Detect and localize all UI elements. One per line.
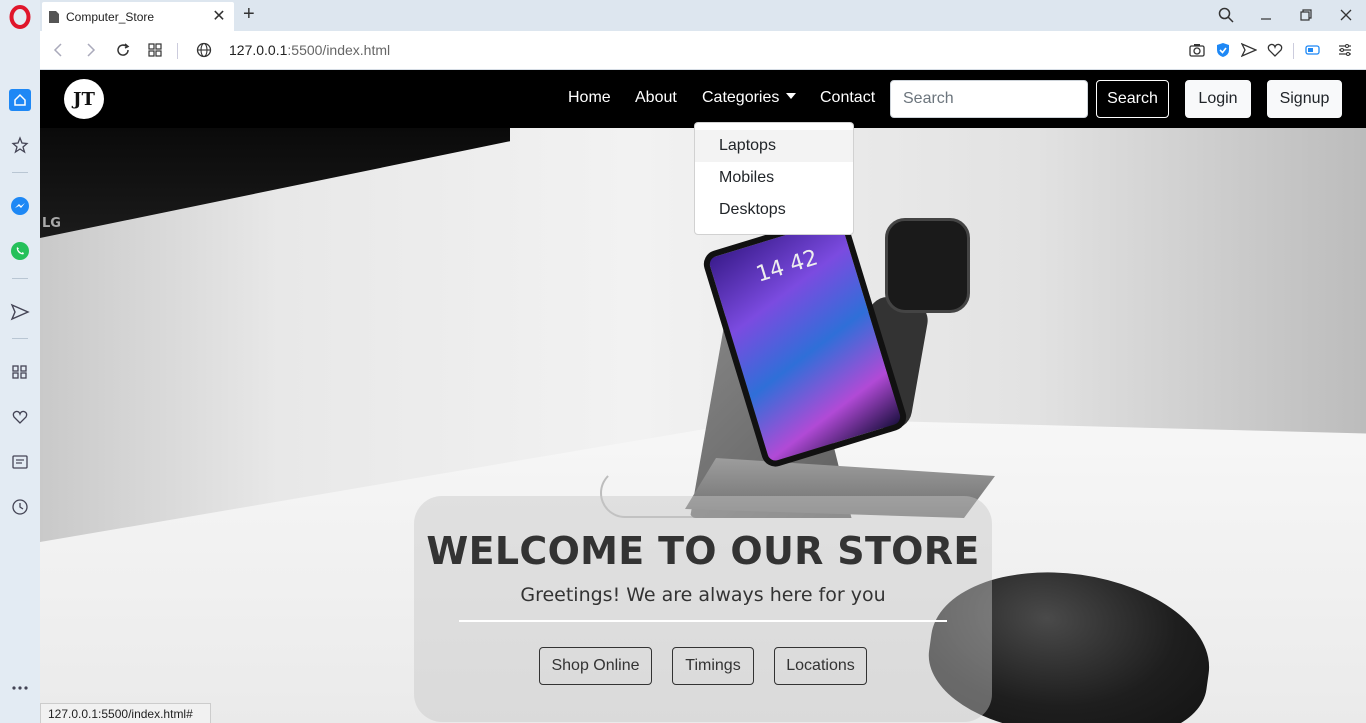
forward-icon[interactable] <box>81 40 101 60</box>
nav-about[interactable]: About <box>635 89 677 107</box>
dropdown-item-desktops[interactable]: Desktops <box>695 194 853 226</box>
opera-logo-icon[interactable] <box>8 5 32 29</box>
tab-title: Computer_Store <box>66 9 155 24</box>
more-icon[interactable] <box>8 676 32 700</box>
sidebar-divider <box>12 172 28 173</box>
bookmark-star-icon[interactable] <box>8 133 32 157</box>
news-icon[interactable] <box>8 450 32 474</box>
phone-clock: 14 42 <box>753 245 821 288</box>
status-url-tooltip: 127.0.0.1:5500/index.html# <box>40 703 211 723</box>
dropdown-item-mobiles[interactable]: Mobiles <box>695 162 853 194</box>
apps-grid-icon[interactable] <box>8 360 32 384</box>
send-icon[interactable] <box>1240 41 1258 59</box>
minimize-icon[interactable] <box>1254 4 1278 26</box>
vpn-shield-icon[interactable] <box>1214 41 1232 59</box>
search-tabs-icon[interactable] <box>1214 4 1238 26</box>
send-icon[interactable] <box>8 300 32 324</box>
camera-icon[interactable] <box>1188 41 1206 59</box>
hero-divider <box>459 620 947 622</box>
categories-dropdown-menu: Laptops Mobiles Desktops <box>694 122 854 235</box>
url-host: 127.0.0.1 <box>229 42 288 58</box>
heart-icon[interactable] <box>8 405 32 429</box>
document-icon <box>49 10 59 23</box>
search-button[interactable]: Search <box>1096 80 1169 118</box>
tab-strip: Computer_Store ✕ + <box>40 0 1366 31</box>
locations-button[interactable]: Locations <box>774 647 867 685</box>
hero-panel: WELCOME TO OUR STORE Greetings! We are a… <box>414 496 992 722</box>
messenger-icon[interactable] <box>8 194 32 218</box>
signup-button[interactable]: Signup <box>1267 80 1342 118</box>
shop-online-button[interactable]: Shop Online <box>539 647 652 685</box>
nav-home[interactable]: Home <box>568 89 611 107</box>
sidebar-divider <box>12 338 28 339</box>
nav-categories[interactable]: Categories <box>702 89 797 107</box>
page-viewport: LG 14 42 JT Home About Categories Contac… <box>40 70 1366 723</box>
monitor-brand: LG <box>42 216 61 231</box>
whatsapp-icon[interactable] <box>8 239 32 263</box>
login-button[interactable]: Login <box>1185 80 1251 118</box>
brand-logo[interactable]: JT <box>64 79 104 119</box>
new-tab-plus-icon[interactable]: + <box>243 4 255 24</box>
address-divider <box>177 43 178 59</box>
reload-icon[interactable] <box>113 40 133 60</box>
url-field[interactable]: 127.0.0.1:5500/index.html <box>229 42 390 58</box>
address-divider <box>1293 43 1294 59</box>
browser-sidebar <box>0 0 40 723</box>
history-clock-icon[interactable] <box>8 495 32 519</box>
close-tab-icon[interactable]: ✕ <box>210 8 228 25</box>
hero-subtitle: Greetings! We are always here for you <box>520 584 886 606</box>
monitor-image <box>40 128 510 238</box>
timings-button[interactable]: Timings <box>672 647 754 685</box>
search-input[interactable] <box>890 80 1088 118</box>
navbar: JT Home About Categories Contact Search … <box>40 70 1366 128</box>
back-icon[interactable] <box>48 40 68 60</box>
tab-computer-store[interactable]: Computer_Store ✕ <box>42 2 234 31</box>
easy-setup-icon[interactable] <box>1336 41 1354 59</box>
nav-contact[interactable]: Contact <box>820 89 875 107</box>
address-bar: 127.0.0.1:5500/index.html <box>40 31 1366 70</box>
dropdown-item-laptops[interactable]: Laptops <box>695 130 853 162</box>
restore-icon[interactable] <box>1294 4 1318 26</box>
home-icon[interactable] <box>8 88 32 112</box>
close-window-icon[interactable] <box>1334 4 1358 26</box>
speed-dial-icon[interactable] <box>145 40 165 60</box>
sidebar-divider <box>12 278 28 279</box>
battery-saver-icon[interactable] <box>1304 41 1322 59</box>
heart-icon[interactable] <box>1266 41 1284 59</box>
caret-down-icon <box>786 92 797 99</box>
smartwatch-image <box>885 218 970 313</box>
hero-title: WELCOME TO OUR STORE <box>426 529 980 573</box>
url-path: :5500/index.html <box>287 42 391 58</box>
globe-icon[interactable] <box>194 40 214 60</box>
nav-categories-label: Categories <box>702 89 780 106</box>
